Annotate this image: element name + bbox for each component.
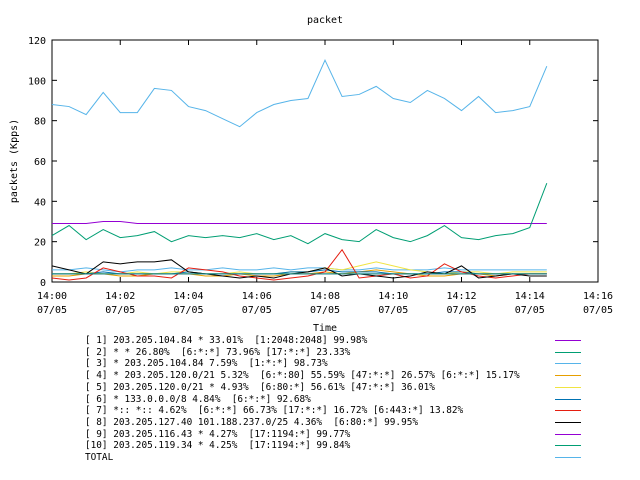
series-line-1 [52,221,547,225]
y-tick-label: 100 [28,76,46,87]
x-tick-time-label: 14:04 [173,291,203,302]
legend-swatch [555,421,581,423]
series-line-7 [51,248,547,281]
series-line-2 [51,183,548,245]
x-tick-date-label: 07/05 [173,305,203,316]
legend-entry-label: [ 2] * * 26.80% [6:*:*] 73.96% [17:*:*] … [85,346,351,358]
y-tick-label: 0 [40,278,46,289]
x-tick-time-label: 14:02 [105,291,135,302]
legend-entry-label: [ 5] 203.205.120.0/21 * 4.93% [6:80:*] 5… [85,381,435,393]
x-tick-date-label: 07/05 [105,305,135,316]
x-tick-date-label: 07/05 [242,305,272,316]
series-line-11 [51,58,548,128]
legend-entry-label: [ 6] * 133.0.0.0/8 4.84% [6:*:*] 92.68% [85,393,311,405]
y-tick-label: 20 [34,238,46,249]
x-tick-time-label: 14:08 [310,291,340,302]
y-tick-label: 40 [34,197,46,208]
x-tick-date-label: 07/05 [378,305,408,316]
legend-swatch [555,340,581,341]
x-tick-date-label: 07/05 [515,305,545,316]
plot-frame [51,39,599,283]
legend-swatch [555,433,581,435]
y-tick-label: 60 [34,157,46,168]
x-tick-time-label: 14:10 [378,291,408,302]
legend-entry-label: [ 9] 203.205.116.43 * 4.27% [17:1194:*] … [85,428,351,440]
y-tick-label: 120 [28,36,46,47]
legend-swatch [555,386,581,388]
x-tick-time-label: 14:12 [446,291,476,302]
x-tick-time-label: 14:14 [515,291,545,302]
x-axis-label: Time [313,323,337,334]
x-tick-date-label: 07/05 [446,305,476,316]
x-tick-date-label: 07/05 [37,305,67,316]
x-tick-time-label: 14:06 [242,291,272,302]
legend-entry-label: [ 8] 203.205.127.40 101.188.237.0/25 4.3… [85,416,419,428]
legend-entry-label: [ 3] * 203.205.104.84 7.59% [1:*:*] 98.7… [85,358,328,370]
legend-entry-label: [10] 203.205.119.34 * 4.25% [17:1194:*] … [85,440,351,452]
legend-swatch [555,375,581,377]
legend-swatch [555,398,581,400]
x-tick-time-label: 14:16 [583,291,613,302]
y-axis-label: packets (Kpps) [9,119,20,203]
legend-entry-label: [ 1] 203.205.104.84 * 33.01% [1:2048:204… [85,335,368,346]
legend-swatch [555,445,581,447]
x-tick-date-label: 07/05 [583,305,613,316]
legend-entry-label: TOTAL [85,452,114,463]
legend-entry-label: [ 7] *:: *:: 4.62% [6:*:*] 66.73% [17:*:… [85,405,464,417]
x-tick-time-label: 14:00 [37,291,67,302]
legend-swatch [555,457,581,458]
legend-swatch [555,410,581,412]
legend-entry-label: [ 4] * 203.205.120.0/21 5.32% [6:*:80] 5… [85,370,520,382]
legend-swatch [555,363,581,365]
legend-swatch [555,351,581,353]
x-tick-date-label: 07/05 [310,305,340,316]
chart-title: packet [307,15,343,26]
y-tick-label: 80 [34,117,46,128]
series-line-3 [52,267,547,273]
